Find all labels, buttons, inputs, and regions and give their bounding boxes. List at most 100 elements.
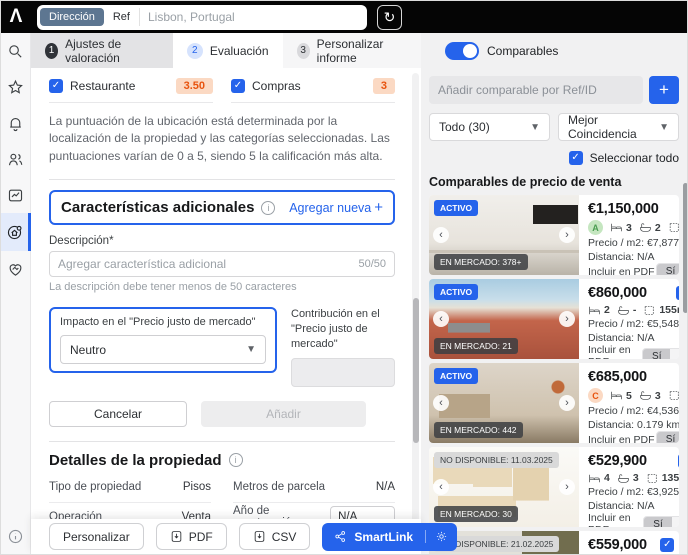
add-comparable-button[interactable]: + <box>649 76 679 104</box>
brand-logo[interactable]: Λ <box>1 2 31 32</box>
comparable-card[interactable]: ACTIVO ‹ › EN MERCADO: 378+ €1,150,000 ✓… <box>429 195 679 275</box>
bedrooms: 4 <box>588 472 610 484</box>
checkbox-checked-icon[interactable]: ✓ <box>231 79 245 93</box>
smartlink-settings-button[interactable] <box>425 530 457 543</box>
tab-number: 3 <box>296 42 310 59</box>
tab-number: 2 <box>186 42 203 59</box>
personalize-button[interactable]: Personalizar <box>49 523 144 550</box>
chevron-left-icon[interactable]: ‹ <box>433 227 449 243</box>
tab-evaluacion[interactable]: 2 Evaluación <box>172 33 283 68</box>
property-info: €1,150,000 ✓ A 3 2 146m² Precio / m2: €7… <box>579 195 679 275</box>
property-info: €685,000 ✓ C 5 3 151m² Precio / m2: €4,5… <box>579 363 679 443</box>
bathrooms: 3 <box>639 390 661 402</box>
comparable-checkbox[interactable]: ✓ <box>678 454 679 468</box>
comparable-checkbox[interactable]: ✓ <box>675 286 679 300</box>
main-scrollbar[interactable] <box>412 73 419 543</box>
add-button[interactable]: Añadir <box>201 400 366 427</box>
search-input[interactable]: Lisbon, Portugal <box>148 10 235 24</box>
comparable-card[interactable]: ACTIVO ‹ › EN MERCADO: 442 €685,000 ✓ C … <box>429 363 679 443</box>
cancel-button[interactable]: Cancelar <box>49 400 187 427</box>
comparable-checkbox[interactable]: ✓ <box>660 538 675 552</box>
bedrooms: 2 <box>588 304 610 316</box>
status-badge: ACTIVO <box>434 200 479 216</box>
category-compras[interactable]: ✓ Compras 3 <box>231 74 395 103</box>
select-all-checkbox[interactable]: ✓ <box>568 151 583 165</box>
description-helper-text: La descripción debe tener menos de 50 ca… <box>49 281 297 294</box>
area: 151m² <box>668 390 679 402</box>
chevron-left-icon[interactable]: ‹ <box>433 479 449 495</box>
yes-option[interactable]: Sí <box>656 264 679 275</box>
checkbox-checked-icon[interactable]: ✓ <box>49 79 63 93</box>
search-icon[interactable] <box>1 33 31 69</box>
filter-select[interactable]: Todo (30) ▼ <box>429 113 550 141</box>
comparables-toggle-row: Comparables <box>421 33 687 68</box>
scrollbar-thumb[interactable] <box>412 298 419 443</box>
section-title: Características adicionales <box>61 199 255 217</box>
category-score-badge: 3.50 <box>175 78 213 94</box>
yes-option[interactable]: Sí <box>643 348 671 359</box>
info-icon[interactable]: i <box>228 453 243 468</box>
bath-icon <box>618 305 629 315</box>
chevron-right-icon[interactable]: › <box>559 395 575 411</box>
refresh-icon[interactable]: ↻ <box>377 4 402 30</box>
valuation-home-icon[interactable] <box>1 213 31 251</box>
csv-export-button[interactable]: CSV <box>238 523 311 550</box>
smartlink-button[interactable]: SmartLink <box>322 530 425 544</box>
bell-icon[interactable] <box>1 105 31 141</box>
divider <box>49 179 395 181</box>
no-option[interactable]: No <box>672 517 679 528</box>
tab-personalizar-informe[interactable]: 3 Personalizar informe <box>282 33 421 68</box>
partnership-icon[interactable] <box>1 251 31 287</box>
info-icon[interactable] <box>1 518 31 554</box>
search-bar[interactable]: Dirección Ref Lisbon, Portugal <box>37 4 367 30</box>
analytics-icon[interactable] <box>1 177 31 213</box>
yes-option[interactable]: Sí <box>644 516 672 527</box>
chevron-right-icon[interactable]: › <box>559 311 575 327</box>
tab-number: 1 <box>45 42 59 59</box>
impact-select[interactable]: Neutro ▼ <box>60 335 266 365</box>
bed-icon <box>611 391 622 400</box>
mode-address-button[interactable]: Dirección <box>40 8 104 26</box>
area-icon <box>669 391 679 400</box>
description-input[interactable]: Agregar característica adicional 50/50 <box>49 251 395 278</box>
add-comparable-input[interactable]: Añadir comparable por Ref/ID <box>429 76 643 104</box>
tab-ajustes-valoracion[interactable]: 1 Ajustes de valoración <box>31 33 173 68</box>
details-left-column: Tipo de propiedadPisos OperaciónVenta Co… <box>49 473 211 521</box>
comparable-card[interactable]: ACTIVO ‹ › EN MERCADO: 21 €860,000 ✓ 2 -… <box>429 279 679 359</box>
download-icon <box>254 531 264 542</box>
include-pdf-toggle[interactable]: SíNo <box>643 515 679 528</box>
chevron-left-icon[interactable]: ‹ <box>433 311 449 327</box>
comparables-heading: Comparables de precio de venta <box>429 175 622 189</box>
section-title: Detalles de la propiedad <box>49 451 222 469</box>
category-restaurante[interactable]: ✓ Restaurante 3.50 <box>49 74 213 103</box>
sort-select[interactable]: Mejor Coincidencia ▼ <box>558 113 679 141</box>
top-bar: Λ Dirección Ref Lisbon, Portugal ↻ <box>1 1 687 33</box>
contacts-icon[interactable] <box>1 141 31 177</box>
yes-option[interactable]: Sí <box>656 432 679 443</box>
panel-scrollbar-thumb[interactable] <box>683 183 687 313</box>
location-score-note: La puntuación de la ubicación está deter… <box>49 114 390 163</box>
bedrooms: 3 <box>610 222 632 234</box>
mode-ref-button[interactable]: Ref <box>104 8 140 26</box>
property-details-grid: Tipo de propiedadPisos OperaciónVenta Co… <box>49 473 395 521</box>
no-option[interactable]: No <box>670 349 679 360</box>
distance: Distancia: 0.179 km <box>588 419 679 431</box>
info-icon[interactable]: i <box>261 200 276 215</box>
chevron-right-icon[interactable]: › <box>559 227 575 243</box>
include-pdf-toggle[interactable]: SíNo <box>655 263 679 275</box>
include-pdf-toggle[interactable]: SíNo <box>655 431 679 443</box>
contribution-input[interactable] <box>291 357 395 387</box>
add-new-feature-button[interactable]: Agregar nueva + <box>289 199 383 216</box>
select-all-row: ✓ Seleccionar todo <box>429 151 679 165</box>
price: €685,000 <box>588 369 647 385</box>
comparables-toggle[interactable] <box>445 41 479 60</box>
comparable-card[interactable]: NO DISPONIBLE: 11.03.2025 ‹ › EN MERCADO… <box>429 447 679 527</box>
chevron-right-icon[interactable]: › <box>559 479 575 495</box>
smartlink-group: SmartLink <box>322 522 458 551</box>
pdf-export-button[interactable]: PDF <box>155 523 227 550</box>
star-icon[interactable] <box>1 69 31 105</box>
comparable-card[interactable]: NO DISPONIBLE: 21.02.2025 ‹ › €559,000 ✓… <box>429 531 679 554</box>
chevron-left-icon[interactable]: ‹ <box>433 395 449 411</box>
include-pdf-toggle[interactable]: SíNo <box>642 347 679 360</box>
property-details-header: Detalles de la propiedad i <box>49 452 395 469</box>
